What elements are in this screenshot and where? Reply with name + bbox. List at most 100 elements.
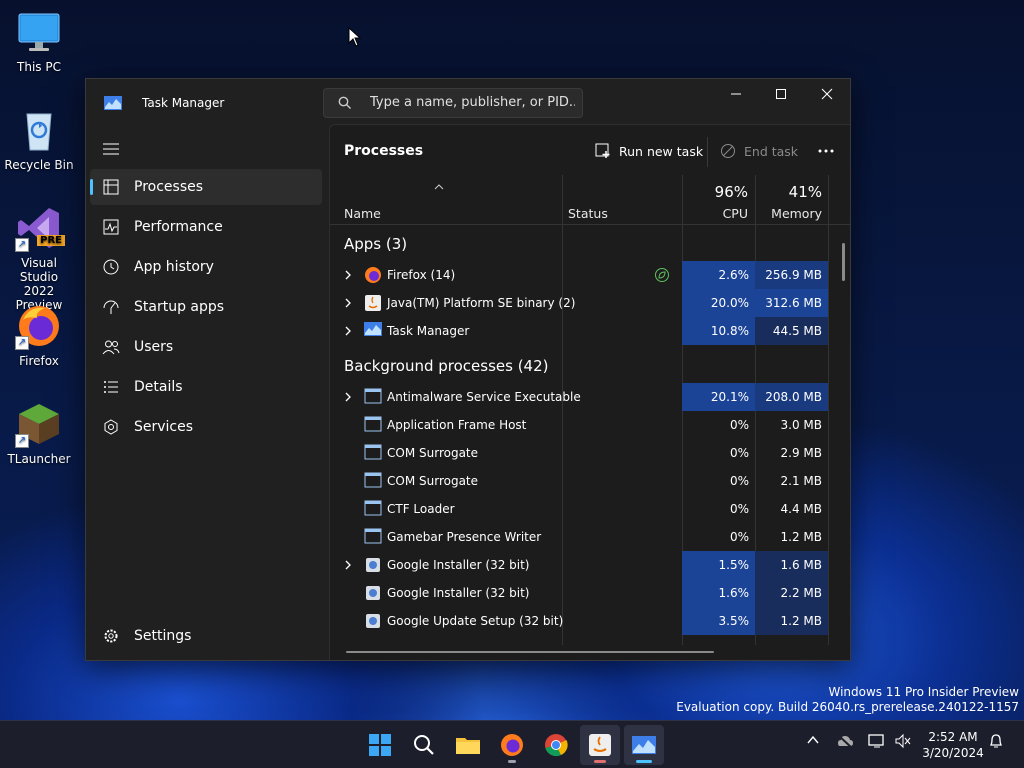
horizontal-scrollbar[interactable]: [346, 651, 714, 653]
desktop-icon-tlauncher[interactable]: ↗ TLauncher: [2, 400, 76, 466]
memory-cell: 312.6 MB: [755, 289, 828, 317]
memory-cell: 3.0 MB: [780, 418, 822, 432]
sidebar: Processes Performance App history Startu…: [86, 124, 326, 660]
process-icon: [364, 444, 382, 462]
nav-label: Users: [134, 339, 174, 355]
shortcut-arrow-icon: ↗: [15, 238, 29, 252]
table-row[interactable]: Task Manager 10.8% 44.5 MB: [330, 317, 830, 345]
nav-item-settings[interactable]: Settings: [90, 618, 322, 654]
minimize-icon: [731, 93, 741, 95]
table-row[interactable]: Antimalware Service Executable 20.1% 208…: [330, 383, 830, 411]
page-title: Processes: [344, 143, 424, 159]
process-icon: [364, 388, 382, 406]
table-row[interactable]: COM Surrogate 0% 2.1 MB: [330, 467, 830, 495]
nav-label: Processes: [134, 179, 204, 195]
column-header-name[interactable]: Name: [344, 206, 381, 221]
column-header-status[interactable]: Status: [568, 206, 608, 221]
sort-ascending-icon[interactable]: [434, 179, 444, 193]
process-name: Application Frame Host: [387, 418, 527, 432]
column-header-memory[interactable]: Memory: [760, 206, 822, 221]
processes-icon: [102, 178, 120, 196]
table-row[interactable]: CTF Loader 0% 4.4 MB: [330, 495, 830, 523]
taskbar-task-manager[interactable]: [624, 725, 664, 765]
run-task-icon: [595, 143, 610, 158]
minimize-button[interactable]: [713, 79, 759, 109]
run-task-label: Run new task: [619, 143, 704, 159]
chevron-up-icon[interactable]: [806, 733, 820, 750]
cpu-cell: 20.1%: [682, 383, 755, 411]
chevron-right-icon[interactable]: [344, 297, 352, 311]
table-row[interactable]: Google Update Setup (32 bit) 3.5% 1.2 MB: [330, 607, 830, 635]
hamburger-menu-button[interactable]: [100, 138, 122, 160]
chevron-right-icon[interactable]: [344, 325, 352, 339]
running-indicator: [636, 760, 652, 763]
taskbar-firefox[interactable]: [492, 725, 532, 765]
tlauncher-icon: ↗: [15, 400, 63, 448]
nav-item-details[interactable]: Details: [90, 369, 322, 405]
close-button[interactable]: [804, 79, 850, 109]
table-row[interactable]: Application Frame Host 0% 3.0 MB: [330, 411, 830, 439]
network-icon[interactable]: [868, 733, 886, 752]
chevron-right-icon[interactable]: [344, 559, 352, 573]
nav-item-users[interactable]: Users: [90, 329, 322, 365]
nav-item-services[interactable]: Services: [90, 409, 322, 445]
search-box[interactable]: [323, 88, 583, 118]
nav-item-processes[interactable]: Processes: [90, 169, 322, 205]
process-name: Java(TM) Platform SE binary (2): [387, 296, 576, 310]
start-icon: [369, 734, 391, 756]
desktop-icon-visual-studio[interactable]: PRE ↗ Visual Studio 2022 Preview: [2, 204, 76, 312]
table-row[interactable]: Gamebar Presence Writer 0% 1.2 MB: [330, 523, 830, 551]
firefox-icon: [501, 734, 523, 756]
file-explorer-icon: [456, 738, 480, 754]
column-header-cpu[interactable]: CPU: [690, 206, 748, 221]
run-new-task-button[interactable]: Run new task: [595, 138, 703, 164]
toolbar-divider: [707, 137, 708, 167]
memory-cell: 2.9 MB: [780, 446, 822, 460]
end-task-button[interactable]: End task: [720, 138, 798, 164]
taskbar-java[interactable]: [580, 725, 620, 765]
cpu-cell: 0%: [729, 502, 749, 516]
memory-cell: 44.5 MB: [755, 317, 828, 345]
desktop-icon-firefox[interactable]: ↗ Firefox: [2, 302, 76, 368]
cloud-offline-icon[interactable]: [836, 733, 854, 752]
memory-cell: 1.6 MB: [755, 551, 828, 579]
notification-bell-icon[interactable]: [988, 733, 1004, 752]
cpu-cell: 2.6%: [682, 261, 755, 289]
cpu-cell: 0%: [729, 446, 749, 460]
maximize-button[interactable]: [758, 79, 804, 109]
google-installer-icon: [364, 584, 382, 602]
start-button[interactable]: [360, 725, 400, 765]
table-row[interactable]: COM Surrogate 0% 2.9 MB: [330, 439, 830, 467]
nav-item-startup-apps[interactable]: Startup apps: [90, 289, 322, 325]
desktop-icon-this-pc[interactable]: This PC: [2, 8, 76, 74]
monitor-icon: [15, 8, 63, 56]
system-clock[interactable]: 2:52 AM 3/20/2024: [920, 729, 986, 761]
taskbar-file-explorer[interactable]: [448, 725, 488, 765]
group-header-apps: Apps (3): [344, 235, 408, 253]
shortcut-arrow-icon: ↗: [15, 434, 29, 448]
desktop-icon-recycle-bin[interactable]: Recycle Bin: [2, 106, 76, 172]
table-row[interactable]: Firefox (14) 2.6% 256.9 MB: [330, 261, 830, 289]
search-input[interactable]: [370, 95, 575, 110]
process-name: COM Surrogate: [387, 474, 479, 488]
volume-muted-icon[interactable]: [894, 733, 912, 752]
taskbar: 2:52 AM 3/20/2024: [0, 720, 1024, 768]
nav-label: Startup apps: [134, 299, 225, 315]
chevron-right-icon[interactable]: [344, 269, 352, 283]
recycle-bin-icon: [15, 106, 63, 154]
nav-item-app-history[interactable]: App history: [90, 249, 322, 285]
taskbar-search-button[interactable]: [404, 725, 444, 765]
table-row[interactable]: Google Installer (32 bit) 1.5% 1.6 MB: [330, 551, 830, 579]
watermark-line: Evaluation copy. Build 26040.rs_prerelea…: [676, 700, 1019, 714]
table-row[interactable]: Google Installer (32 bit) 1.6% 2.2 MB: [330, 579, 830, 607]
nav-item-performance[interactable]: Performance: [90, 209, 322, 245]
history-icon: [102, 258, 120, 276]
chevron-right-icon[interactable]: [344, 391, 352, 405]
users-icon: [102, 338, 120, 356]
more-options-button[interactable]: [814, 138, 838, 164]
memory-cell: 2.2 MB: [755, 579, 828, 607]
task-manager-icon: [632, 736, 656, 754]
taskbar-chrome[interactable]: [536, 725, 576, 765]
vertical-scrollbar[interactable]: [842, 243, 845, 281]
table-row[interactable]: Java(TM) Platform SE binary (2) 20.0% 31…: [330, 289, 830, 317]
